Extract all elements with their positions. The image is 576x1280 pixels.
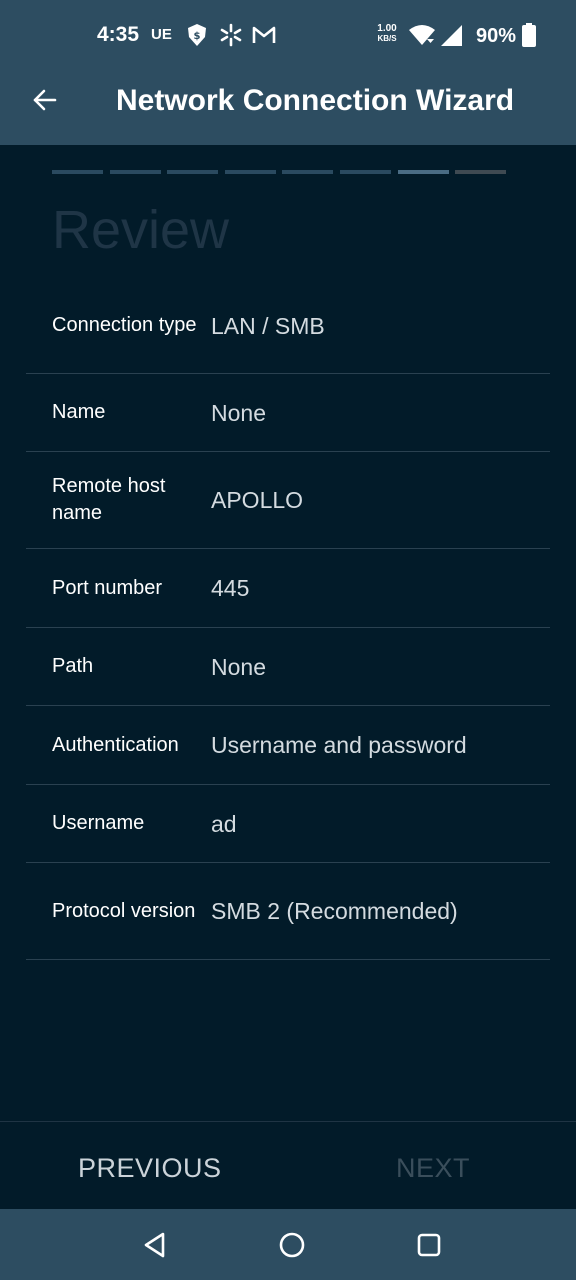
- review-row-authentication: Authentication Username and password: [26, 706, 550, 785]
- progress-step-6: [340, 170, 391, 174]
- status-time: 4:35: [97, 23, 140, 46]
- status-bar: 4:35 UE $ 1.00 KB/S 90%: [0, 0, 576, 55]
- app-bar: Network Connection Wizard: [0, 55, 576, 145]
- carrier-badge: UE: [151, 26, 172, 43]
- shield-badge-icon: $: [184, 22, 210, 48]
- net-speed-unit: KB/S: [377, 34, 397, 43]
- review-row-port: Port number 445: [26, 549, 550, 628]
- row-label: Path: [52, 655, 94, 677]
- svg-text:$: $: [194, 31, 201, 42]
- battery-percent: 90%: [476, 25, 517, 47]
- review-row-username: Username ad: [26, 785, 550, 863]
- row-value: None: [211, 399, 266, 426]
- nav-home-button[interactable]: [274, 1227, 310, 1263]
- progress-step-8: [455, 170, 506, 174]
- progress-step-7: [398, 170, 449, 174]
- arrow-left-icon: [33, 89, 57, 111]
- row-value: 445: [211, 575, 250, 601]
- row-value: ad: [211, 810, 237, 837]
- row-value: None: [211, 653, 266, 680]
- net-speed: 1.00 KB/S: [372, 24, 402, 44]
- signal-icon: [439, 22, 465, 48]
- nav-recents-button[interactable]: [411, 1227, 447, 1263]
- wizard-actions: PREVIOUS NEXT: [0, 1121, 576, 1210]
- row-label: Remote host name: [52, 475, 166, 524]
- previous-button[interactable]: PREVIOUS: [78, 1152, 222, 1184]
- review-row-name: Name None: [26, 374, 550, 452]
- progress-step-1: [52, 170, 103, 174]
- progress-step-5: [282, 170, 333, 174]
- review-list: Connection type LAN / SMB Name None Remo…: [26, 278, 550, 960]
- review-row-remote-host: Remote host name APOLLO: [26, 452, 550, 549]
- progress-step-2: [110, 170, 161, 174]
- recents-square-icon: [417, 1233, 441, 1257]
- row-label: Authentication: [52, 733, 179, 756]
- back-button[interactable]: [18, 77, 72, 123]
- wifi-icon: [408, 22, 436, 48]
- row-value: SMB 2 (Recommended): [211, 898, 458, 924]
- row-value: LAN / SMB: [211, 312, 325, 339]
- net-speed-value: 1.00: [377, 23, 397, 34]
- row-label: Protocol version: [52, 899, 196, 922]
- row-label: Username: [52, 812, 145, 834]
- progress-step-3: [167, 170, 218, 174]
- review-row-connection-type: Connection type LAN / SMB: [26, 278, 550, 374]
- app-title: Network Connection Wizard: [116, 84, 515, 117]
- row-label: Name: [52, 401, 106, 423]
- page-title: Review: [52, 200, 230, 260]
- wizard-progress: [52, 170, 506, 174]
- home-circle-icon: [279, 1232, 305, 1258]
- battery-icon: [520, 22, 538, 48]
- gmail-icon: [251, 22, 277, 48]
- review-row-path: Path None: [26, 628, 550, 706]
- sparkle-icon: [218, 22, 244, 48]
- progress-step-4: [225, 170, 276, 174]
- system-nav-bar: [0, 1209, 576, 1280]
- back-triangle-icon: [144, 1232, 165, 1258]
- row-value: Username and password: [211, 732, 467, 758]
- review-row-protocol: Protocol version SMB 2 (Recommended): [26, 863, 550, 960]
- row-label: Port number: [52, 576, 163, 599]
- row-value: APOLLO: [211, 487, 304, 513]
- next-button[interactable]: NEXT: [396, 1152, 470, 1184]
- nav-back-button[interactable]: [137, 1227, 173, 1263]
- row-label: Connection type: [52, 314, 197, 336]
- screen: 4:35 UE $ 1.00 KB/S 90% Network Connecti…: [0, 0, 576, 1280]
